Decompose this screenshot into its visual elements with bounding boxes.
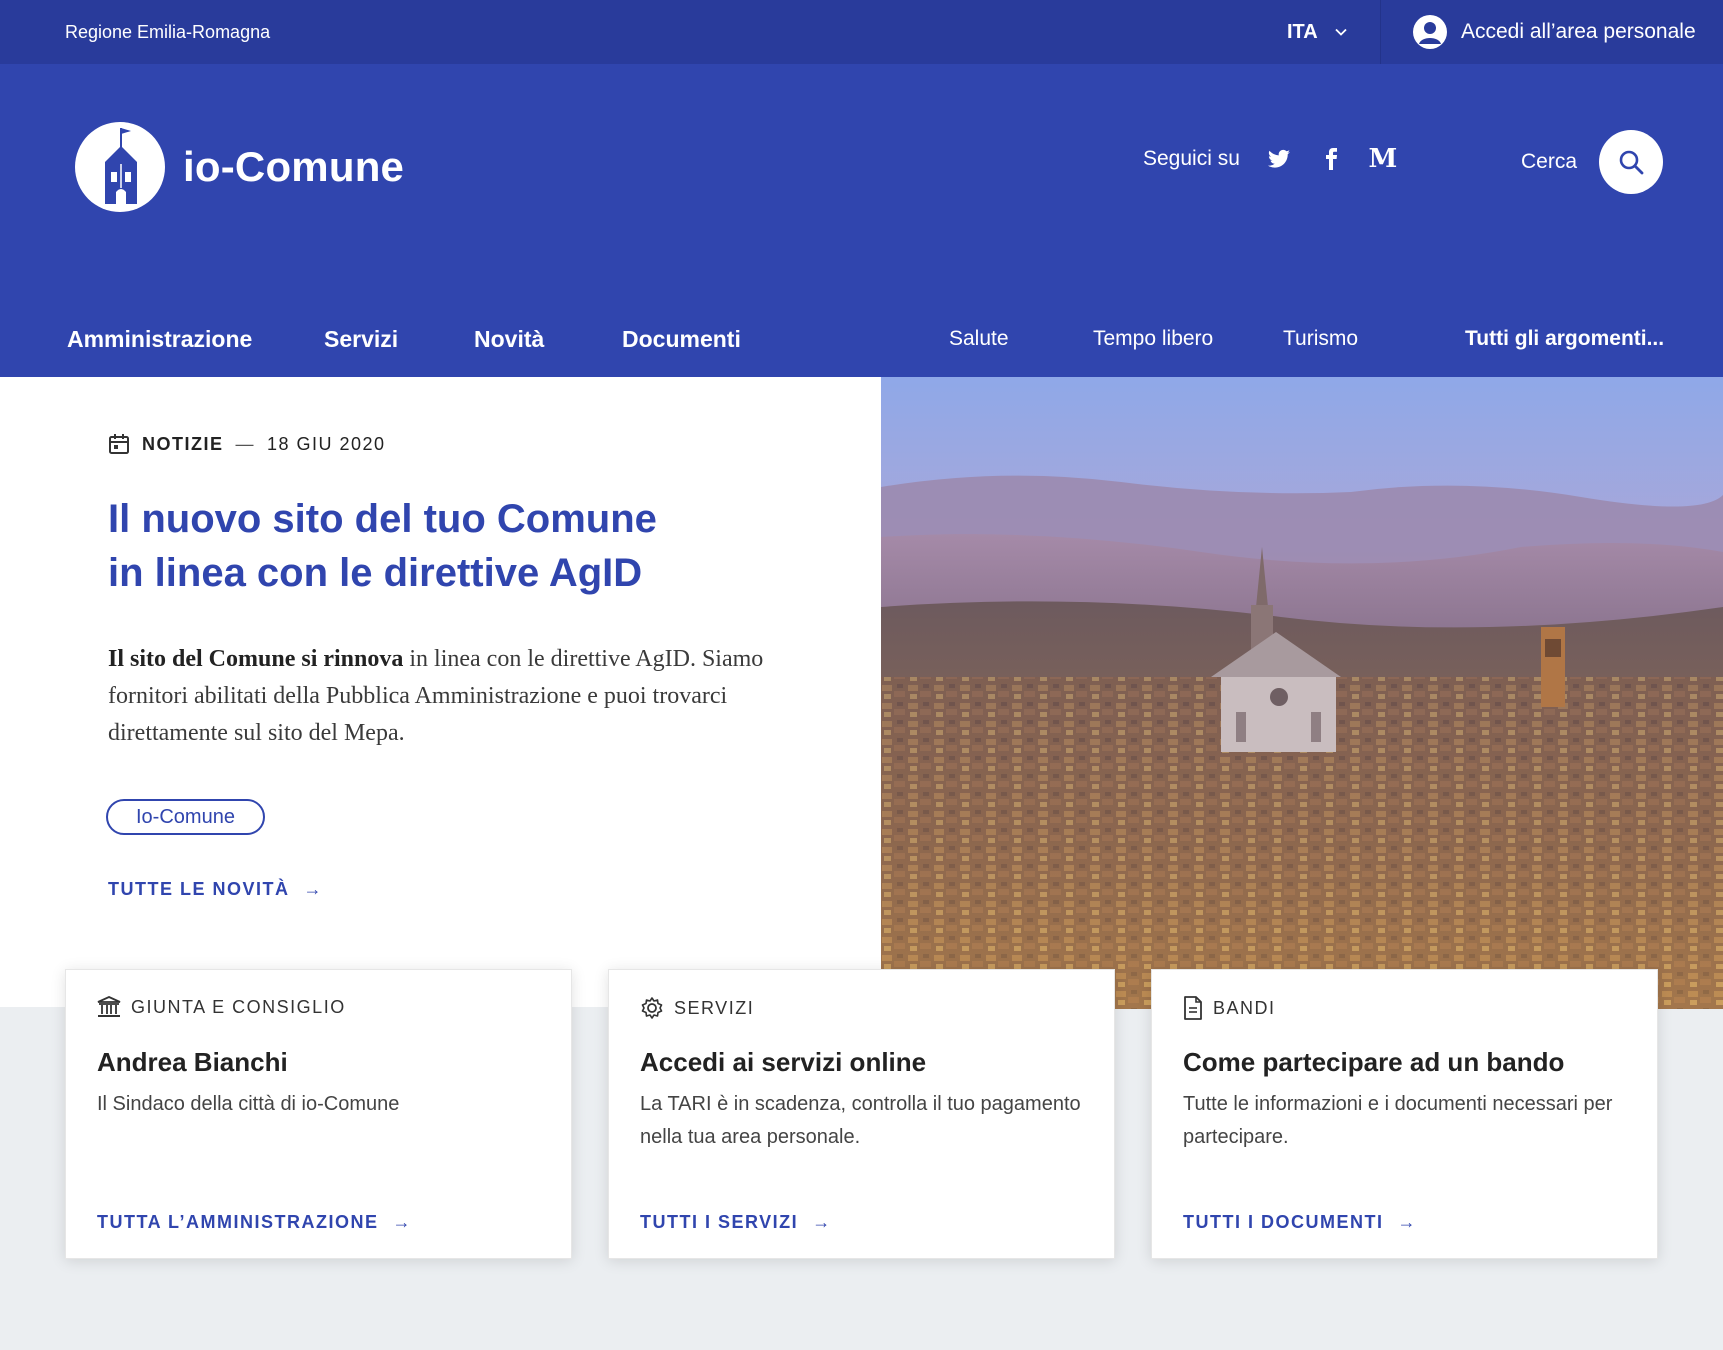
- site-header: io-Comune Seguici su M Cerca Amministraz…: [0, 64, 1723, 377]
- card-text: La TARI è in scadenza, controlla il tuo …: [640, 1093, 1081, 1148]
- news-lead: Il sito del Comune si rinnova in linea c…: [108, 641, 788, 752]
- card-text: Il Sindaco della città di io-Comune: [97, 1093, 400, 1115]
- topic-item-salute[interactable]: Salute: [949, 314, 1009, 364]
- calendar-icon: [109, 434, 129, 454]
- all-topics-link[interactable]: Tutti gli argomenti...: [1465, 314, 1664, 364]
- card-bandi: BANDI Come partecipare ad un bando Tutte…: [1151, 969, 1658, 1259]
- news-date: 18 GIU 2020: [267, 433, 386, 454]
- arrow-right-icon: →: [392, 1212, 412, 1232]
- meta-separator: —: [235, 433, 255, 454]
- nav-item-documenti[interactable]: Documenti: [622, 314, 741, 364]
- all-news-label: TUTTE LE NOVITÀ: [108, 879, 290, 899]
- card-title[interactable]: Come partecipare ad un bando: [1183, 1047, 1564, 1078]
- card-link[interactable]: TUTTA L’AMMINISTRAZIONE →: [97, 1212, 412, 1233]
- search-icon: [1619, 150, 1644, 175]
- twitter-icon[interactable]: [1266, 146, 1292, 172]
- all-news-link[interactable]: TUTTE LE NOVITÀ →: [108, 879, 323, 900]
- medium-icon[interactable]: M: [1369, 144, 1398, 174]
- language-label: ITA: [1287, 20, 1318, 43]
- card-link-label: TUTTI I SERVIZI: [640, 1212, 799, 1232]
- nav-item-servizi[interactable]: Servizi: [324, 314, 398, 364]
- news-lead-bold: Il sito del Comune si rinnova: [108, 646, 404, 672]
- news-meta: NOTIZIE — 18 GIU 2020: [108, 433, 386, 455]
- top-bar: Regione Emilia-Romagna ITA Accedi all’ar…: [0, 0, 1723, 64]
- login-button[interactable]: Accedi all’area personale: [1413, 0, 1696, 64]
- social-links: Seguici su M: [1143, 144, 1398, 174]
- follow-label: Seguici su: [1143, 147, 1240, 170]
- region-link[interactable]: Regione Emilia-Romagna: [65, 0, 270, 64]
- search-label: Cerca: [1521, 150, 1578, 173]
- institution-icon: [97, 996, 121, 1017]
- hero-news: NOTIZIE — 18 GIU 2020 Il nuovo sito del …: [0, 377, 881, 1007]
- card-kicker: SERVIZI: [640, 996, 754, 1020]
- gear-icon: [641, 997, 663, 1019]
- news-title[interactable]: Il nuovo sito del tuo Comune in linea co…: [108, 492, 748, 600]
- topic-item-tempo-libero[interactable]: Tempo libero: [1093, 314, 1213, 364]
- news-title-line-2: in linea con le direttive AgID: [108, 551, 643, 595]
- card-kicker-label: SERVIZI: [674, 997, 755, 1018]
- news-category: NOTIZIE: [142, 433, 224, 454]
- card-servizi: SERVIZI Accedi ai servizi online La TARI…: [608, 969, 1115, 1259]
- card-link-label: TUTTA L’AMMINISTRAZIONE: [97, 1212, 379, 1232]
- main-navigation: Amministrazione Servizi Novità Documenti…: [0, 314, 1723, 364]
- login-label: Accedi all’area personale: [1461, 20, 1696, 43]
- news-title-line-1: Il nuovo sito del tuo Comune: [108, 497, 657, 541]
- card-kicker-label: GIUNTA E CONSIGLIO: [131, 996, 346, 1017]
- card-link-label: TUTTI I DOCUMENTI: [1183, 1212, 1384, 1232]
- search-area: Cerca: [1521, 130, 1664, 194]
- hero-image: [881, 377, 1723, 1009]
- divider: [1380, 0, 1381, 64]
- nav-item-amministrazione[interactable]: Amministrazione: [67, 314, 252, 364]
- card-title[interactable]: Accedi ai servizi online: [640, 1047, 926, 1078]
- document-icon: [1184, 996, 1202, 1020]
- arrow-right-icon: →: [812, 1212, 832, 1232]
- card-link[interactable]: TUTTI I SERVIZI →: [640, 1212, 832, 1233]
- card-kicker-label: BANDI: [1213, 997, 1276, 1018]
- card-giunta: GIUNTA E CONSIGLIO Andrea Bianchi Il Sin…: [65, 969, 572, 1259]
- site-name: io-Comune: [183, 143, 405, 190]
- arrow-right-icon: →: [303, 879, 323, 899]
- topic-chip[interactable]: Io-Comune: [106, 799, 265, 835]
- card-link[interactable]: TUTTI I DOCUMENTI →: [1183, 1212, 1417, 1233]
- search-button[interactable]: [1599, 130, 1664, 194]
- card-kicker: GIUNTA E CONSIGLIO: [97, 996, 346, 1018]
- card-kicker: BANDI: [1183, 996, 1276, 1020]
- card-text: Tutte le informazioni e i documenti nece…: [1183, 1093, 1613, 1148]
- card-title[interactable]: Andrea Bianchi: [97, 1047, 288, 1078]
- brand-home-link[interactable]: io-Comune: [75, 122, 404, 212]
- topic-item-turismo[interactable]: Turismo: [1283, 314, 1358, 364]
- facebook-icon[interactable]: [1318, 146, 1344, 172]
- user-icon: [1413, 15, 1447, 49]
- nav-item-novita[interactable]: Novità: [474, 314, 544, 364]
- chevron-down-icon: [1335, 28, 1347, 36]
- language-selector[interactable]: ITA: [1287, 0, 1348, 64]
- arrow-right-icon: →: [1397, 1212, 1417, 1232]
- municipality-logo-icon: [75, 122, 165, 212]
